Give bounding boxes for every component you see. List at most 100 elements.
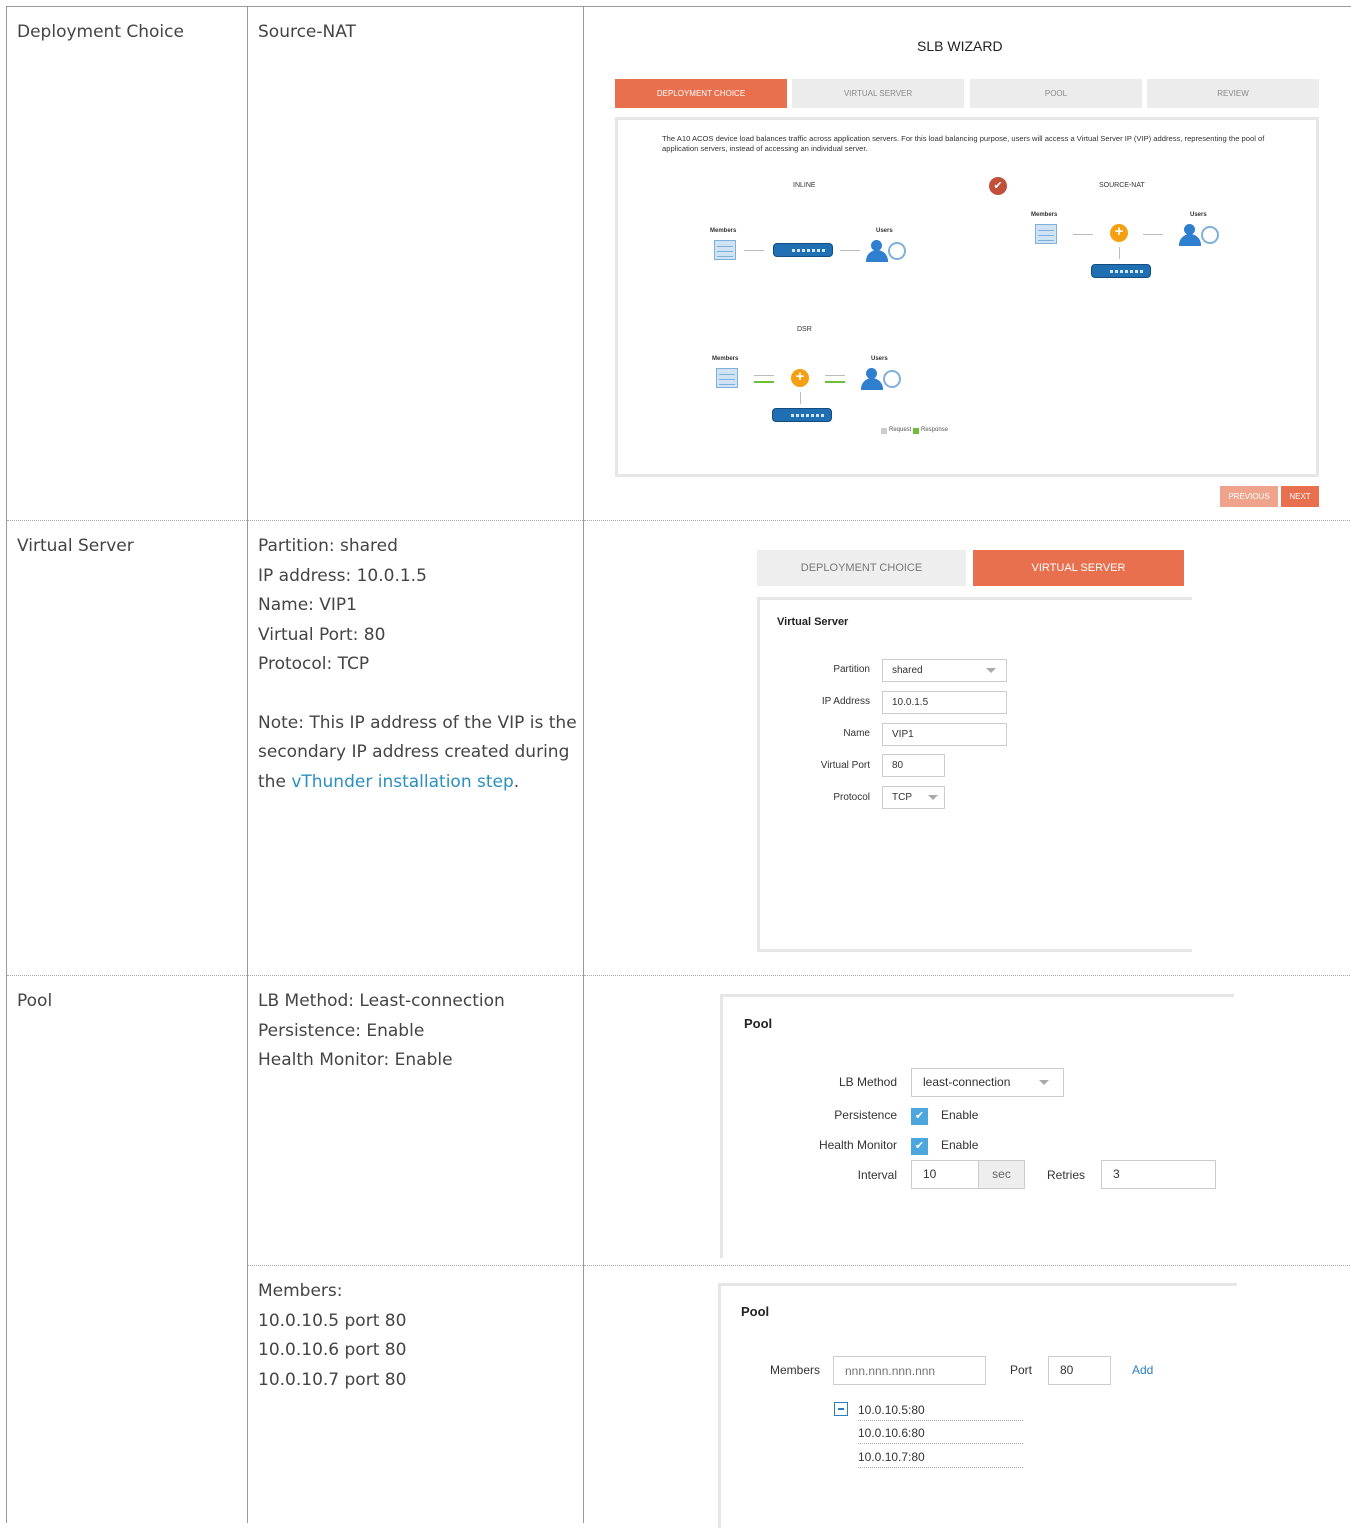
detail-line: Partition: shared bbox=[258, 532, 583, 562]
previous-button[interactable]: PREVIOUS bbox=[1220, 486, 1278, 507]
member-item[interactable]: 10.0.10.5:80 bbox=[858, 1403, 1023, 1421]
wizard-title: SLB WIZARD bbox=[917, 38, 1003, 54]
arrow-icon bbox=[825, 375, 845, 376]
router-icon bbox=[1110, 224, 1128, 242]
arrow-icon bbox=[1073, 234, 1093, 235]
arrow-icon bbox=[1143, 234, 1163, 235]
tab-virtual-server[interactable]: VIRTUAL SERVER bbox=[973, 550, 1184, 586]
step-virtual-server[interactable]: VIRTUAL SERVER bbox=[792, 79, 964, 108]
step-deployment-choice[interactable]: DEPLOYMENT CHOICE bbox=[615, 79, 787, 108]
health-monitor-enable-label: Enable bbox=[941, 1138, 978, 1152]
arrow-icon bbox=[800, 392, 801, 404]
chevron-down-icon bbox=[928, 795, 938, 800]
members-form: Pool Members Port 80 Add 10.0.10.5:80 10… bbox=[584, 1266, 1351, 1523]
users-icon bbox=[866, 240, 906, 262]
option-source-nat-label[interactable]: SOURCE-NAT bbox=[1099, 182, 1145, 189]
partition-label: Partition bbox=[780, 664, 870, 675]
option-inline-label[interactable]: INLINE bbox=[793, 182, 816, 189]
dsr-members-label: Members bbox=[712, 356, 738, 362]
protocol-label: Protocol bbox=[780, 792, 870, 803]
ip-address-label: IP Address bbox=[780, 696, 870, 707]
ip-address-input[interactable]: 10.0.1.5 bbox=[882, 691, 1007, 714]
detail-line: 10.0.10.6 port 80 bbox=[258, 1336, 583, 1366]
row-pool-members: Members: 10.0.10.5 port 80 10.0.10.6 por… bbox=[7, 1266, 1351, 1523]
router-icon bbox=[791, 369, 809, 387]
port-label: Port bbox=[1010, 1363, 1032, 1377]
row-deployment-choice: Deployment Choice Source-NAT SLB WIZARD … bbox=[7, 7, 1351, 521]
row-title: Deployment Choice bbox=[17, 18, 247, 48]
legend-response-swatch bbox=[913, 428, 919, 434]
members-details: Members: 10.0.10.5 port 80 10.0.10.6 por… bbox=[248, 1266, 583, 1395]
virtual-port-input[interactable]: 80 bbox=[882, 754, 945, 777]
step-pool[interactable]: POOL bbox=[970, 79, 1142, 108]
snat-users-label: Users bbox=[1190, 212, 1207, 218]
vs-form-heading: Virtual Server bbox=[777, 616, 848, 628]
name-input[interactable]: VIP1 bbox=[882, 723, 1007, 746]
slb-wizard: SLB WIZARD DEPLOYMENT CHOICE VIRTUAL SER… bbox=[584, 7, 1351, 520]
legend-request-swatch bbox=[881, 428, 887, 434]
vthunder-installation-link[interactable]: vThunder installation step bbox=[291, 772, 513, 792]
detail-line: Members: bbox=[258, 1277, 583, 1307]
collapse-minus-icon[interactable] bbox=[834, 1402, 848, 1416]
detail-line: Virtual Port: 80 bbox=[258, 621, 583, 651]
persistence-label: Persistence bbox=[779, 1108, 897, 1122]
persistence-checkbox[interactable]: ✔ bbox=[911, 1108, 928, 1125]
chevron-down-icon bbox=[986, 668, 996, 673]
dsr-users-label: Users bbox=[871, 356, 888, 362]
step-review[interactable]: REVIEW bbox=[1147, 79, 1319, 108]
server-icon bbox=[1035, 224, 1057, 244]
vs-form: DEPLOYMENT CHOICE VIRTUAL SERVER Virtual… bbox=[584, 521, 1351, 975]
arrow-icon bbox=[1119, 247, 1120, 259]
next-button[interactable]: NEXT bbox=[1281, 486, 1319, 507]
a10-device-icon bbox=[772, 408, 832, 422]
detail-line: 10.0.10.7 port 80 bbox=[258, 1366, 583, 1396]
member-item[interactable]: 10.0.10.6:80 bbox=[858, 1426, 1023, 1444]
intro-text: The A10 ACOS device load balances traffi… bbox=[662, 134, 1302, 154]
users-icon bbox=[1179, 224, 1219, 246]
port-input[interactable]: 80 bbox=[1048, 1356, 1111, 1385]
members-input[interactable] bbox=[833, 1356, 986, 1385]
legend-request-label: Request bbox=[889, 427, 911, 433]
pool-details: LB Method: Least-connection Persistence:… bbox=[248, 976, 583, 1076]
health-monitor-checkbox[interactable]: ✔ bbox=[911, 1138, 928, 1155]
member-item[interactable]: 10.0.10.7:80 bbox=[858, 1450, 1023, 1468]
inline-users-label: Users bbox=[876, 228, 893, 234]
chevron-down-icon bbox=[1039, 1080, 1049, 1085]
virtual-port-label: Virtual Port bbox=[780, 760, 870, 771]
interval-label: Interval bbox=[779, 1168, 897, 1182]
users-icon bbox=[861, 368, 901, 390]
snat-members-label: Members bbox=[1031, 212, 1057, 218]
detail-line: IP address: 10.0.1.5 bbox=[258, 562, 583, 592]
lb-method-label: LB Method bbox=[779, 1075, 897, 1089]
row-title: Pool bbox=[17, 987, 247, 1017]
arrow-icon bbox=[825, 381, 845, 383]
arrow-icon bbox=[754, 375, 774, 376]
add-button[interactable]: Add bbox=[1132, 1363, 1153, 1377]
deployment-panel: The A10 ACOS device load balances traffi… bbox=[615, 117, 1319, 477]
detail-line: Persistence: Enable bbox=[258, 1017, 583, 1047]
selected-check-icon: ✔ bbox=[989, 177, 1007, 195]
pool-form-panel bbox=[720, 994, 1234, 1258]
interval-input[interactable]: 10 bbox=[911, 1160, 979, 1189]
pool-form: Pool LB Method least-connection Persiste… bbox=[584, 976, 1351, 1265]
row-pool: Pool LB Method: Least-connection Persist… bbox=[7, 976, 1351, 1266]
detail-line: LB Method: Least-connection bbox=[258, 987, 583, 1017]
members-label: Members bbox=[770, 1363, 820, 1377]
vs-form-panel bbox=[757, 597, 1192, 952]
vs-details: Partition: shared IP address: 10.0.1.5 N… bbox=[248, 521, 583, 797]
a10-device-icon bbox=[1091, 264, 1151, 278]
health-monitor-label: Health Monitor bbox=[779, 1138, 897, 1152]
persistence-enable-label: Enable bbox=[941, 1108, 978, 1122]
legend-response-label: Response bbox=[921, 427, 948, 433]
tab-deployment-choice[interactable]: DEPLOYMENT CHOICE bbox=[757, 550, 966, 586]
retries-input[interactable]: 3 bbox=[1101, 1160, 1216, 1189]
detail-line: 10.0.10.5 port 80 bbox=[258, 1307, 583, 1337]
arrow-icon bbox=[840, 250, 860, 251]
inline-members-label: Members bbox=[710, 228, 736, 234]
note-text: Note: This IP address of the VIP is the … bbox=[258, 713, 577, 792]
option-dsr-label[interactable]: DSR bbox=[797, 326, 812, 333]
detail-line: Name: VIP1 bbox=[258, 591, 583, 621]
retries-label: Retries bbox=[1047, 1168, 1085, 1182]
server-icon bbox=[714, 240, 736, 260]
row-title: Virtual Server bbox=[17, 532, 247, 562]
